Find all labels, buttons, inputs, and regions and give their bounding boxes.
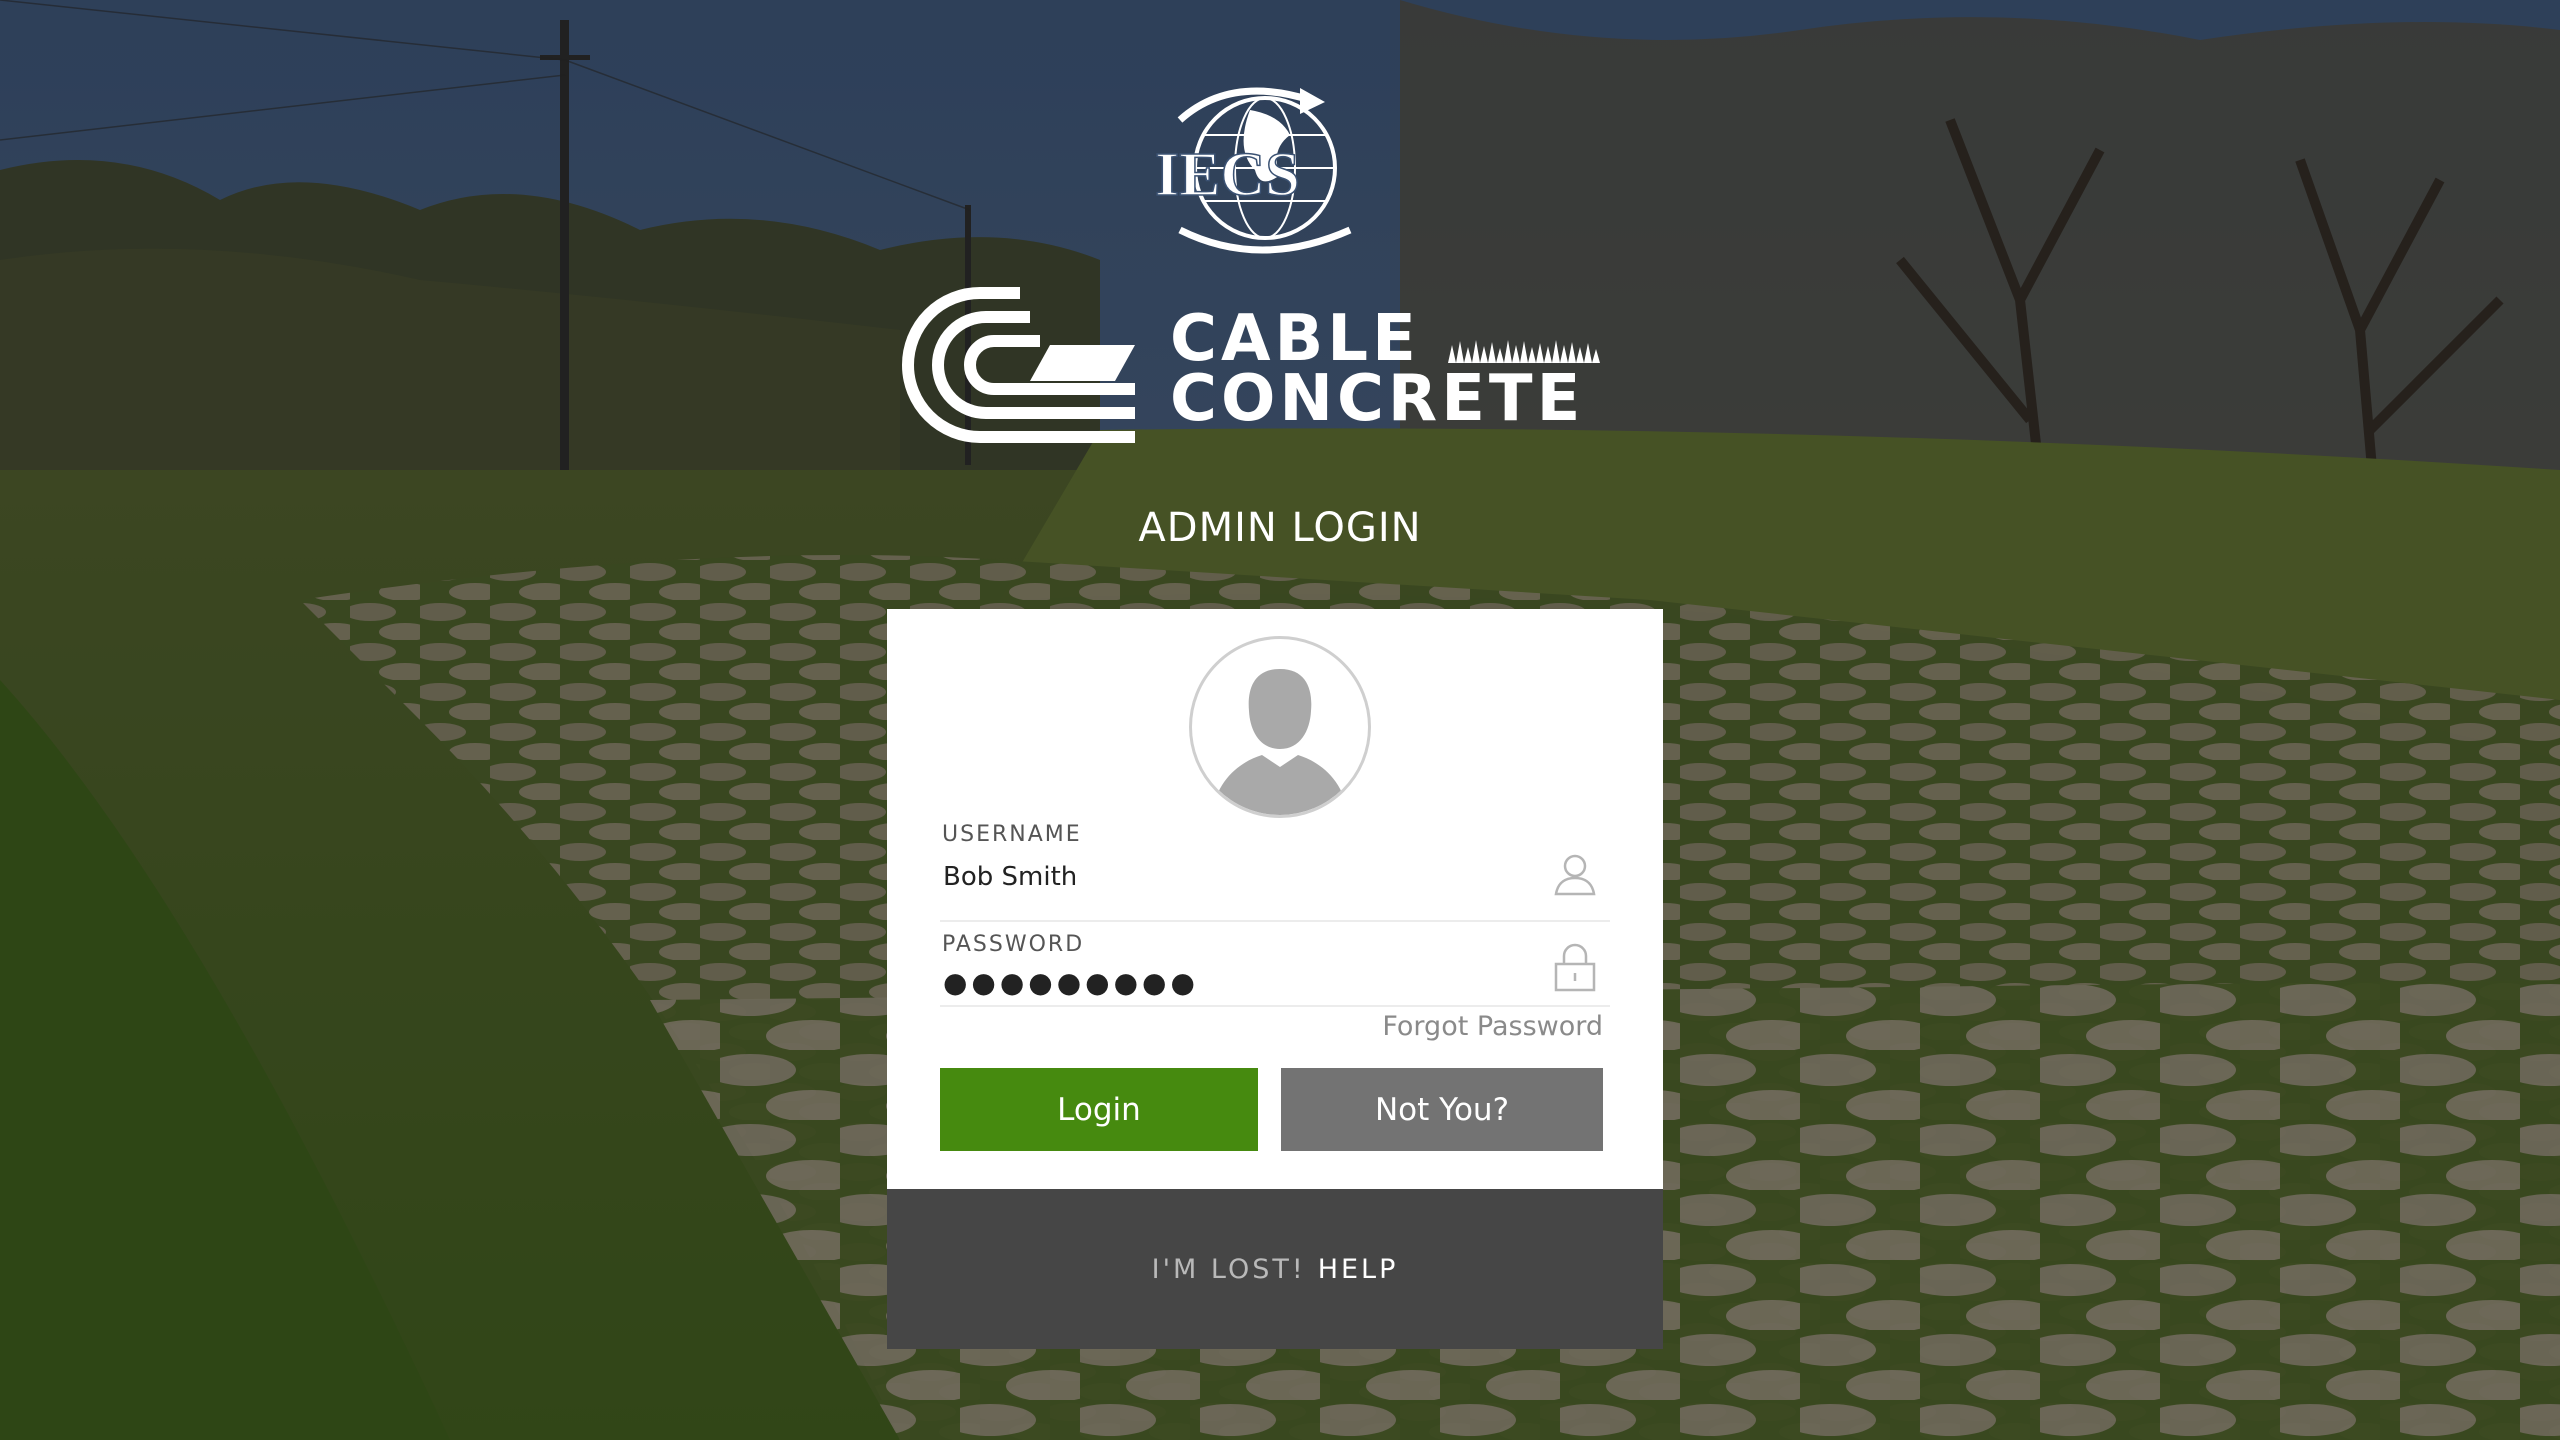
username-input[interactable]: Bob Smith — [943, 862, 1077, 892]
user-icon — [1552, 852, 1598, 903]
login-card: USERNAME Bob Smith PASSWORD ●●●●●●●●● Fo… — [887, 609, 1663, 1189]
forgot-password-link[interactable]: Forgot Password — [1382, 1011, 1603, 1042]
not-you-button[interactable]: Not You? — [1281, 1068, 1603, 1151]
page-title: ADMIN LOGIN — [1138, 505, 1422, 551]
cable-concrete-logo: CABLE CONCRETE — [900, 285, 1620, 465]
username-label: USERNAME — [942, 822, 1082, 847]
password-label: PASSWORD — [942, 932, 1085, 957]
user-silhouette-icon — [1189, 636, 1371, 818]
company-name-line2: CONCRETE — [1170, 362, 1584, 436]
login-button[interactable]: Login — [940, 1068, 1258, 1151]
help-bar: I'M LOST! HELP — [887, 1189, 1663, 1349]
help-link[interactable]: HELP — [1318, 1254, 1399, 1285]
password-field[interactable]: PASSWORD ●●●●●●●●● — [940, 922, 1610, 1007]
iecs-logo: IECS — [1140, 80, 1380, 260]
iecs-logo-text: IECS — [1155, 141, 1300, 209]
password-input[interactable]: ●●●●●●●●● — [943, 966, 1199, 999]
help-lost-text: I'M LOST! — [1151, 1253, 1306, 1285]
lock-icon — [1552, 942, 1598, 997]
username-field[interactable]: USERNAME Bob Smith — [940, 814, 1610, 922]
